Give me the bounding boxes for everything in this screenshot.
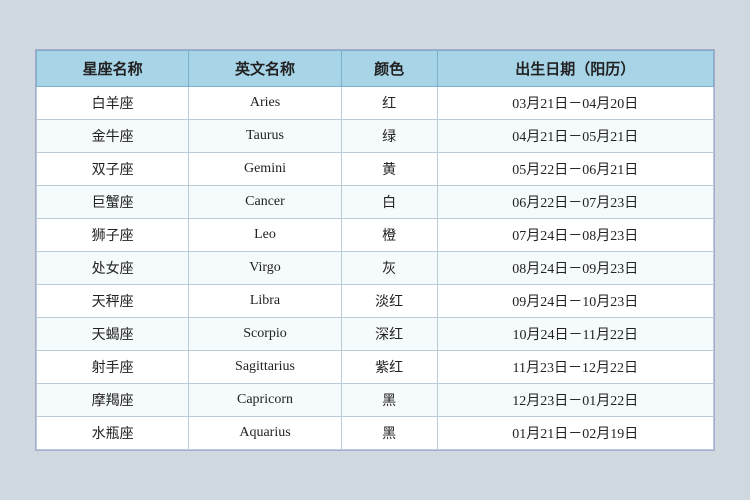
table-row: 水瓶座Aquarius黑01月21日－02月19日 xyxy=(37,417,714,450)
table-cell-9-2: 黑 xyxy=(341,384,437,417)
table-cell-9-1: Capricorn xyxy=(189,384,341,417)
table-cell-3-0: 巨蟹座 xyxy=(37,186,189,219)
table-cell-1-3: 04月21日－05月21日 xyxy=(437,120,713,153)
table-cell-0-2: 红 xyxy=(341,87,437,120)
table-cell-1-1: Taurus xyxy=(189,120,341,153)
header-col-3: 出生日期（阳历） xyxy=(437,51,713,87)
table-cell-5-0: 处女座 xyxy=(37,252,189,285)
table-cell-7-3: 10月24日－11月22日 xyxy=(437,318,713,351)
table-row: 金牛座Taurus绿04月21日－05月21日 xyxy=(37,120,714,153)
table-cell-6-2: 淡红 xyxy=(341,285,437,318)
table-row: 处女座Virgo灰08月24日－09月23日 xyxy=(37,252,714,285)
table-cell-10-0: 水瓶座 xyxy=(37,417,189,450)
zodiac-table-container: 星座名称英文名称颜色出生日期（阳历） 白羊座Aries红03月21日－04月20… xyxy=(35,49,715,451)
table-cell-6-3: 09月24日－10月23日 xyxy=(437,285,713,318)
header-col-1: 英文名称 xyxy=(189,51,341,87)
table-cell-9-0: 摩羯座 xyxy=(37,384,189,417)
zodiac-table: 星座名称英文名称颜色出生日期（阳历） 白羊座Aries红03月21日－04月20… xyxy=(36,50,714,450)
table-row: 天秤座Libra淡红09月24日－10月23日 xyxy=(37,285,714,318)
table-cell-8-1: Sagittarius xyxy=(189,351,341,384)
header-col-2: 颜色 xyxy=(341,51,437,87)
table-cell-6-0: 天秤座 xyxy=(37,285,189,318)
table-cell-3-1: Cancer xyxy=(189,186,341,219)
table-header-row: 星座名称英文名称颜色出生日期（阳历） xyxy=(37,51,714,87)
table-cell-9-3: 12月23日－01月22日 xyxy=(437,384,713,417)
table-row: 摩羯座Capricorn黑12月23日－01月22日 xyxy=(37,384,714,417)
table-cell-0-0: 白羊座 xyxy=(37,87,189,120)
table-cell-4-0: 狮子座 xyxy=(37,219,189,252)
table-row: 白羊座Aries红03月21日－04月20日 xyxy=(37,87,714,120)
table-cell-2-0: 双子座 xyxy=(37,153,189,186)
table-row: 天蝎座Scorpio深红10月24日－11月22日 xyxy=(37,318,714,351)
table-cell-8-2: 紫红 xyxy=(341,351,437,384)
table-cell-3-3: 06月22日－07月23日 xyxy=(437,186,713,219)
table-cell-1-0: 金牛座 xyxy=(37,120,189,153)
table-cell-5-2: 灰 xyxy=(341,252,437,285)
header-col-0: 星座名称 xyxy=(37,51,189,87)
table-cell-2-3: 05月22日－06月21日 xyxy=(437,153,713,186)
table-cell-7-2: 深红 xyxy=(341,318,437,351)
table-row: 双子座Gemini黄05月22日－06月21日 xyxy=(37,153,714,186)
table-row: 狮子座Leo橙07月24日－08月23日 xyxy=(37,219,714,252)
table-cell-10-1: Aquarius xyxy=(189,417,341,450)
table-cell-10-2: 黑 xyxy=(341,417,437,450)
table-cell-5-1: Virgo xyxy=(189,252,341,285)
table-cell-0-1: Aries xyxy=(189,87,341,120)
table-cell-6-1: Libra xyxy=(189,285,341,318)
table-cell-8-3: 11月23日－12月22日 xyxy=(437,351,713,384)
table-cell-4-3: 07月24日－08月23日 xyxy=(437,219,713,252)
table-cell-10-3: 01月21日－02月19日 xyxy=(437,417,713,450)
table-cell-0-3: 03月21日－04月20日 xyxy=(437,87,713,120)
table-cell-2-1: Gemini xyxy=(189,153,341,186)
table-cell-3-2: 白 xyxy=(341,186,437,219)
table-cell-4-2: 橙 xyxy=(341,219,437,252)
table-cell-8-0: 射手座 xyxy=(37,351,189,384)
table-cell-7-0: 天蝎座 xyxy=(37,318,189,351)
table-row: 巨蟹座Cancer白06月22日－07月23日 xyxy=(37,186,714,219)
table-cell-5-3: 08月24日－09月23日 xyxy=(437,252,713,285)
table-cell-7-1: Scorpio xyxy=(189,318,341,351)
table-cell-1-2: 绿 xyxy=(341,120,437,153)
table-cell-4-1: Leo xyxy=(189,219,341,252)
table-cell-2-2: 黄 xyxy=(341,153,437,186)
table-row: 射手座Sagittarius紫红11月23日－12月22日 xyxy=(37,351,714,384)
